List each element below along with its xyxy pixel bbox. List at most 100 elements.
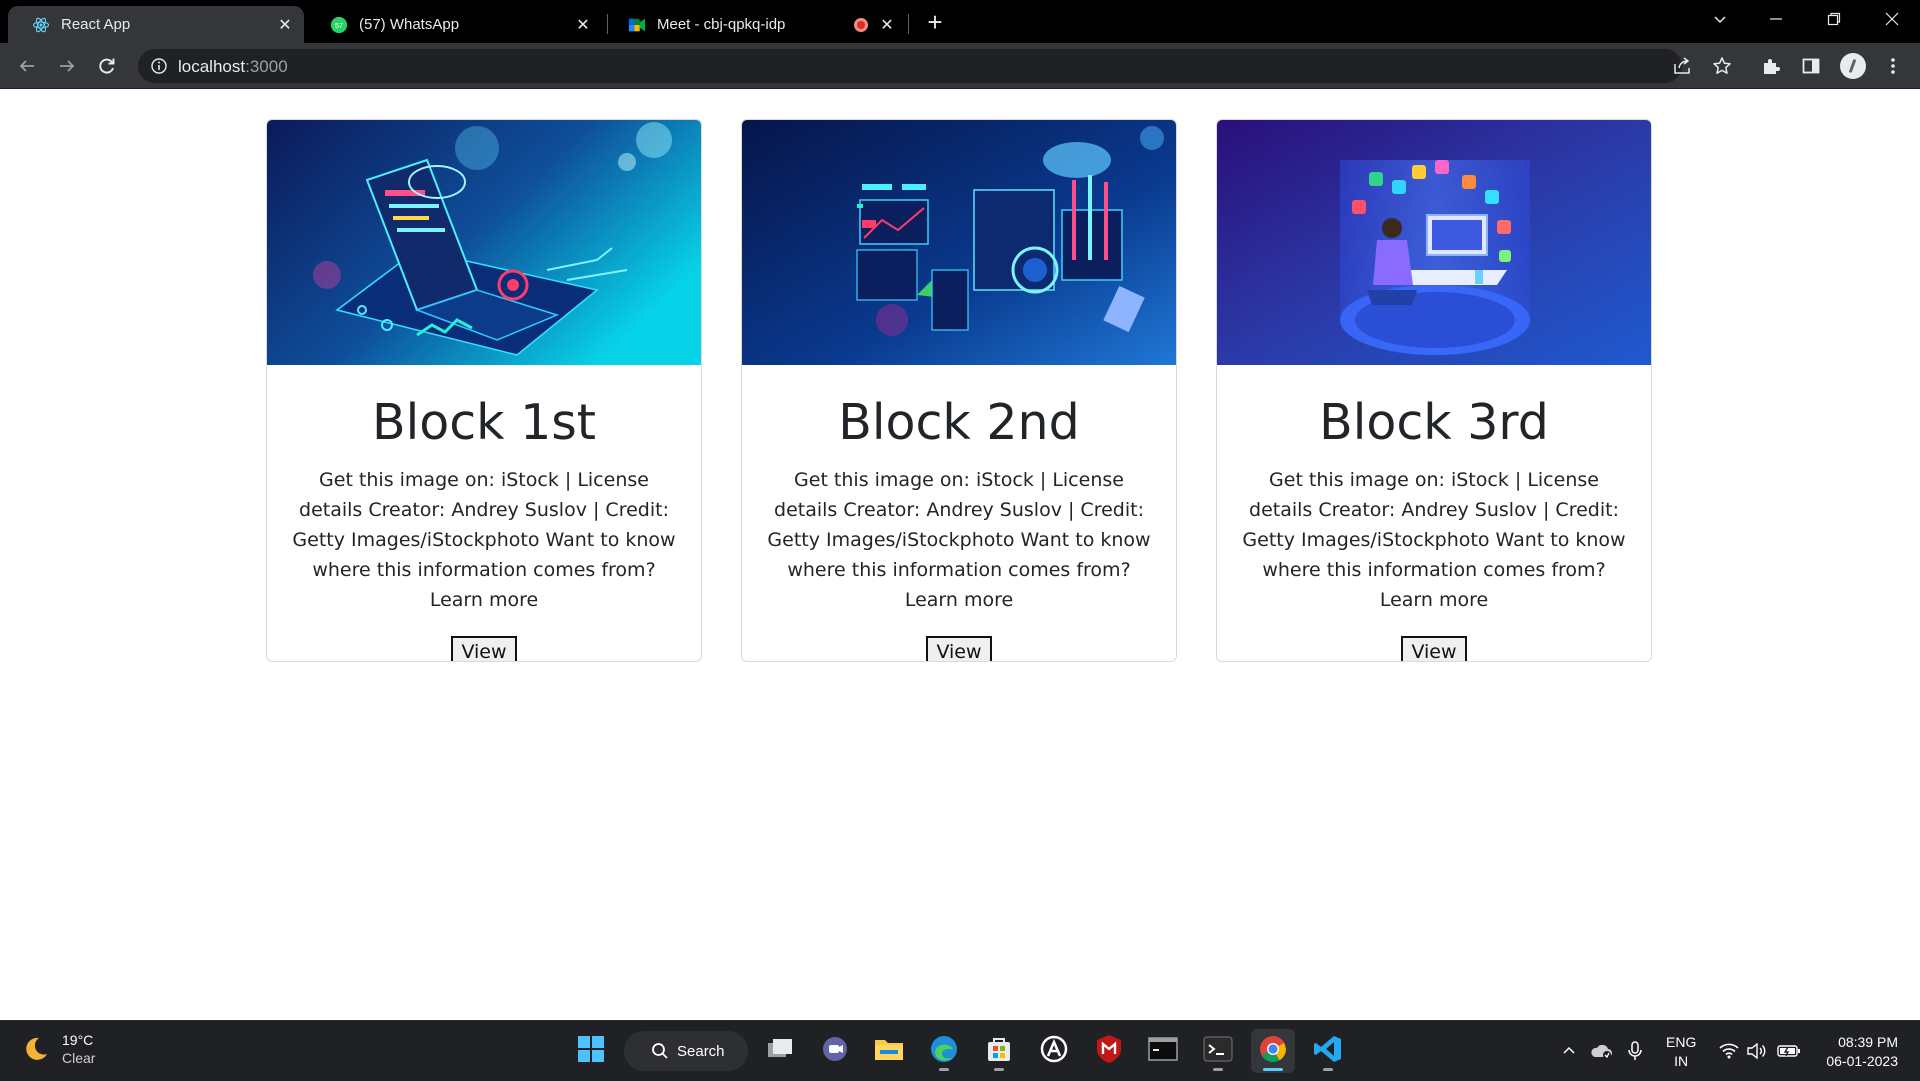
microsoft-store-icon <box>985 1035 1013 1068</box>
page-content: Block 1st Get this image on: iStock | Li… <box>0 89 1920 1020</box>
minimize-icon[interactable] <box>1748 0 1804 38</box>
card-text: Get this image on: iStock | License deta… <box>292 469 676 611</box>
view-button[interactable]: View <box>926 636 992 661</box>
wifi-icon[interactable] <box>1716 1021 1742 1081</box>
taskbar-edge[interactable] <box>922 1029 966 1073</box>
microphone-icon[interactable] <box>1622 1021 1648 1081</box>
windows-taskbar: 19°C Clear Search ENG IN 08:39 PM 06-01-… <box>0 1020 1920 1081</box>
close-tab-icon[interactable]: ✕ <box>572 14 594 36</box>
tab-whatsapp[interactable]: 57 (57) WhatsApp ✕ <box>306 6 602 43</box>
card-block-2: Block 2nd Get this image on: iStock | Li… <box>741 119 1177 662</box>
taskbar-terminal[interactable] <box>1141 1029 1185 1073</box>
start-button[interactable] <box>569 1029 613 1073</box>
card-image <box>267 120 701 365</box>
task-view-button[interactable] <box>758 1029 802 1073</box>
weather-widget[interactable]: 19°C Clear <box>20 1031 95 1067</box>
tab-search-chevron-icon[interactable] <box>1692 0 1748 38</box>
share-icon[interactable] <box>1672 56 1692 76</box>
mcafee-shield-icon <box>1096 1034 1122 1069</box>
browser-tab-strip: React App ✕ 57 (57) WhatsApp ✕ Meet - cb… <box>0 0 1920 43</box>
language-code: ENG <box>1666 1034 1697 1050</box>
address-bar[interactable]: localhost:3000 <box>138 49 1731 83</box>
running-indicator <box>939 1068 949 1071</box>
moon-icon <box>20 1034 50 1064</box>
tab-meet[interactable]: Meet - cbj-qpkq-idp ✕ <box>604 6 906 43</box>
tab-react-app[interactable]: React App ✕ <box>8 6 304 43</box>
bookmark-star-icon[interactable] <box>1712 56 1732 76</box>
running-indicator <box>1213 1068 1223 1071</box>
url-text[interactable]: localhost:3000 <box>178 57 288 77</box>
google-meet-icon <box>628 16 646 34</box>
card-title: Block 2nd <box>838 394 1080 451</box>
close-tab-icon[interactable]: ✕ <box>876 14 898 36</box>
clock-date: 06-01-2023 <box>1826 1053 1898 1069</box>
running-indicator <box>1323 1068 1333 1071</box>
language-region: IN <box>1674 1053 1689 1069</box>
weather-condition: Clear <box>62 1050 96 1066</box>
card-title: Block 1st <box>371 394 597 451</box>
taskbar-app-circle[interactable] <box>1032 1029 1076 1073</box>
url-port: :3000 <box>245 57 288 76</box>
taskbar-vscode[interactable] <box>1306 1029 1350 1073</box>
running-indicator <box>994 1068 1004 1071</box>
chrome-icon <box>1258 1034 1288 1069</box>
clock-time: 08:39 PM <box>1838 1034 1898 1050</box>
taskbar-teams[interactable] <box>813 1029 857 1073</box>
search-label: Search <box>677 1042 725 1060</box>
taskbar-mcafee[interactable] <box>1087 1029 1131 1073</box>
taskbar-windows-terminal[interactable] <box>1196 1029 1240 1073</box>
forward-arrow-icon[interactable] <box>52 51 82 81</box>
site-info-icon[interactable] <box>150 57 168 75</box>
vscode-icon <box>1313 1034 1343 1069</box>
card-block-3: Block 3rd Get this image on: iStock | Li… <box>1216 119 1652 662</box>
taskbar-chrome[interactable] <box>1251 1029 1295 1073</box>
taskbar-search[interactable]: Search <box>624 1031 748 1071</box>
card-image <box>742 120 1176 365</box>
tab-title: Meet - cbj-qpkq-idp <box>657 16 786 33</box>
card-text: Get this image on: iStock | License deta… <box>1242 469 1626 611</box>
tab-title: React App <box>61 16 131 33</box>
reload-icon[interactable] <box>92 51 122 81</box>
side-panel-icon[interactable] <box>1800 55 1822 77</box>
windows-logo-icon <box>577 1035 605 1068</box>
volume-icon[interactable] <box>1744 1021 1770 1081</box>
command-prompt-icon <box>1148 1036 1178 1066</box>
browser-toolbar: localhost:3000 <box>0 43 1920 89</box>
menu-kebab-icon[interactable] <box>1882 55 1904 77</box>
onedrive-cloud-icon[interactable] <box>1586 1021 1616 1081</box>
search-icon <box>651 1042 669 1060</box>
whatsapp-icon: 57 <box>330 16 348 34</box>
tab-title: (57) WhatsApp <box>359 16 460 33</box>
edge-browser-icon <box>929 1034 959 1069</box>
back-arrow-icon[interactable] <box>12 51 42 81</box>
system-clock[interactable]: 08:39 PM 06-01-2023 <box>1810 1033 1898 1071</box>
extensions-puzzle-icon[interactable] <box>1760 55 1782 77</box>
task-view-icon <box>766 1037 794 1066</box>
react-icon <box>32 16 50 34</box>
card-text: Get this image on: iStock | License deta… <box>767 469 1151 611</box>
battery-charging-icon[interactable] <box>1774 1021 1804 1081</box>
close-window-icon[interactable] <box>1864 0 1920 38</box>
running-indicator <box>1263 1068 1283 1071</box>
recording-icon <box>854 17 868 32</box>
show-hidden-icons-chevron[interactable] <box>1556 1021 1582 1081</box>
taskbar-file-explorer[interactable] <box>867 1029 911 1073</box>
taskbar-store[interactable] <box>977 1029 1021 1073</box>
card-block-1: Block 1st Get this image on: iStock | Li… <box>266 119 702 662</box>
url-host: localhost <box>178 57 246 76</box>
weather-temperature: 19°C <box>62 1032 94 1048</box>
teams-chat-icon <box>821 1035 849 1068</box>
new-tab-button[interactable]: + <box>922 9 948 36</box>
svg-text:57: 57 <box>335 21 343 30</box>
folder-icon <box>874 1036 904 1067</box>
view-button[interactable]: View <box>1401 636 1467 661</box>
language-indicator[interactable]: ENG IN <box>1666 1033 1696 1071</box>
view-button[interactable]: View <box>451 636 517 661</box>
card-image <box>1217 120 1651 365</box>
tab-separator <box>908 14 909 34</box>
card-title: Block 3rd <box>1319 394 1549 451</box>
app-circle-icon <box>1039 1034 1069 1069</box>
close-tab-icon[interactable]: ✕ <box>274 14 296 36</box>
profile-avatar[interactable] <box>1840 53 1866 79</box>
restore-icon[interactable] <box>1806 0 1862 38</box>
